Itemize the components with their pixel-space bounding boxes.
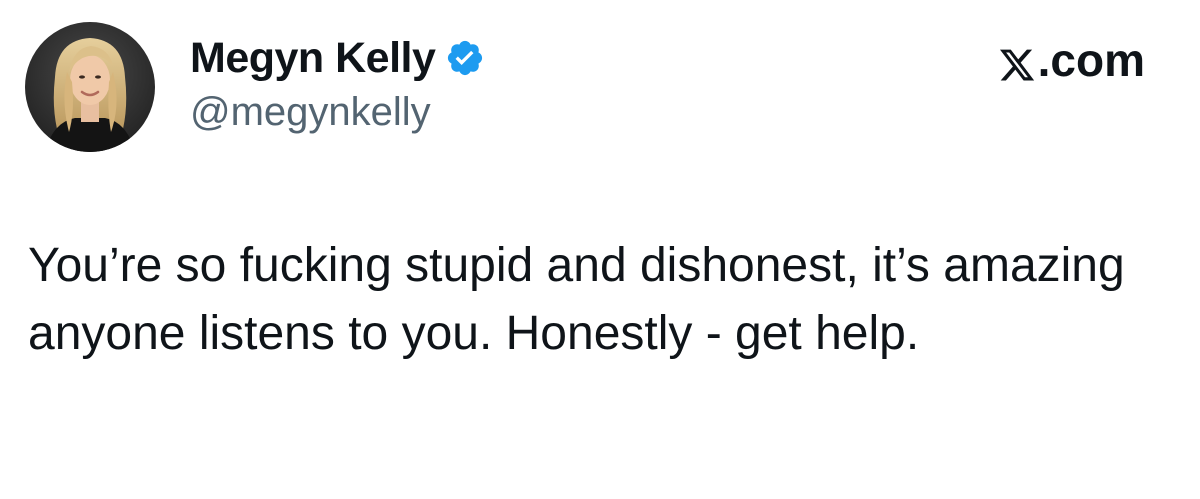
site-brand[interactable]: .com bbox=[998, 32, 1145, 88]
tweet-card: Megyn Kelly @megynkelly .com You’re so f… bbox=[0, 0, 1200, 499]
avatar-photo-icon bbox=[25, 22, 155, 152]
site-brand-suffix: .com bbox=[1037, 34, 1145, 86]
avatar[interactable] bbox=[25, 22, 155, 152]
author-name-row: Megyn Kelly bbox=[190, 28, 485, 88]
verified-badge-icon bbox=[445, 38, 485, 78]
tweet-text: You’re so fucking stupid and dishonest, … bbox=[28, 239, 1125, 360]
x-logo-icon bbox=[998, 41, 1036, 81]
author-display-name[interactable]: Megyn Kelly bbox=[190, 34, 436, 83]
author-handle[interactable]: @megynkelly bbox=[190, 90, 431, 135]
